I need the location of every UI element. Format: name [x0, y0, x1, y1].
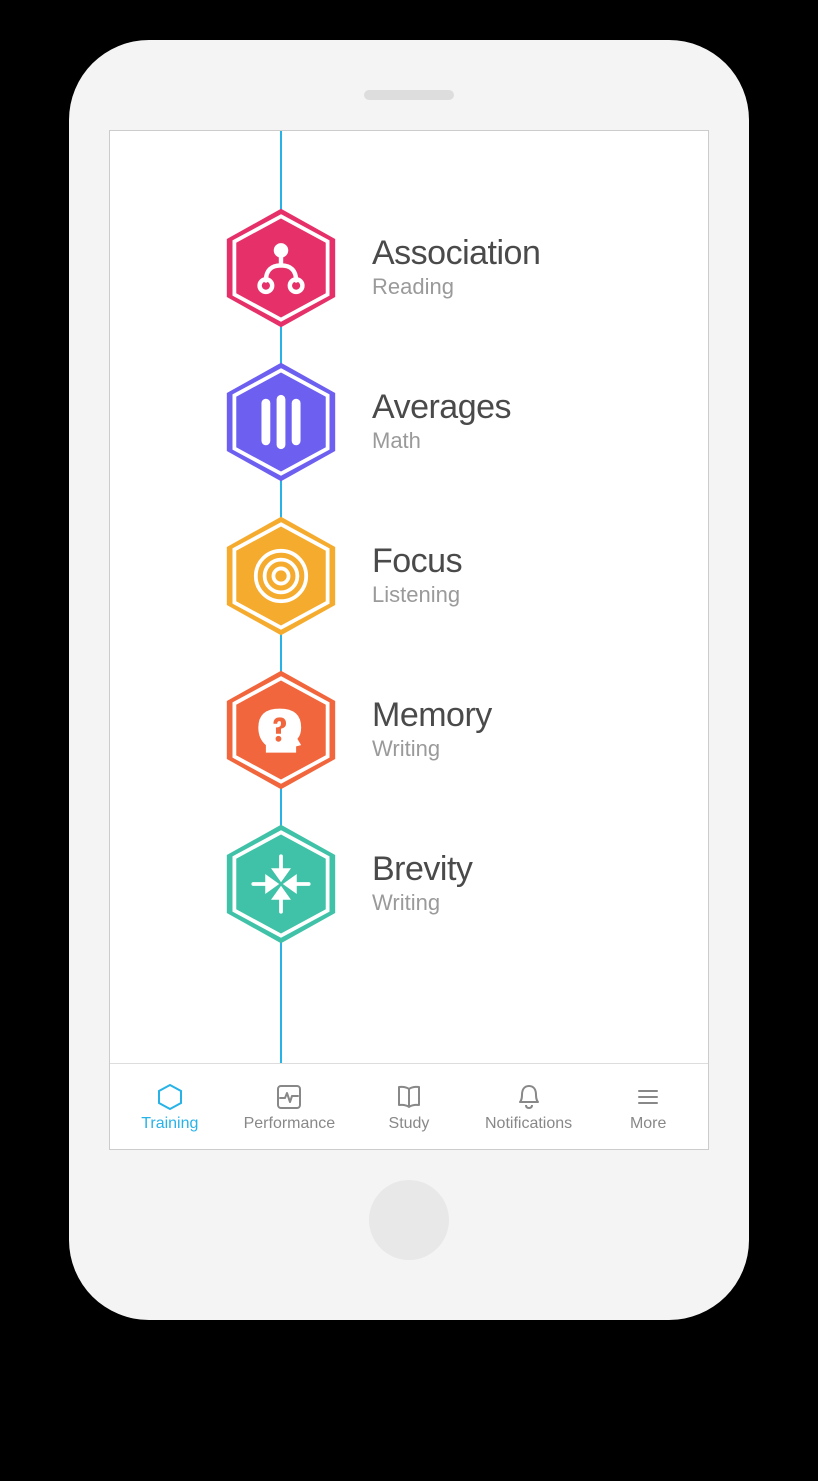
phone-frame: Association Reading	[69, 40, 749, 1320]
phone-speaker	[364, 90, 454, 100]
tab-label: Notifications	[485, 1116, 572, 1132]
training-item-association[interactable]: Association Reading	[110, 191, 708, 345]
item-title: Averages	[372, 390, 708, 426]
item-subtitle: Listening	[372, 582, 708, 608]
menu-icon	[633, 1082, 663, 1112]
item-title: Association	[372, 236, 708, 272]
item-subtitle: Reading	[372, 274, 708, 300]
item-labels: Averages Math	[372, 390, 708, 454]
item-labels: Focus Listening	[372, 544, 708, 608]
training-list: Association Reading	[110, 131, 708, 1063]
training-item-averages[interactable]: Averages Math	[110, 345, 708, 499]
hex-outline-icon	[155, 1082, 185, 1112]
phone-home-button[interactable]	[369, 1180, 449, 1260]
training-item-focus[interactable]: Focus Listening	[110, 499, 708, 653]
association-icon	[218, 205, 344, 331]
item-subtitle: Math	[372, 428, 708, 454]
bell-icon	[514, 1082, 544, 1112]
item-labels: Association Reading	[372, 236, 708, 300]
target-icon	[218, 513, 344, 639]
tab-study[interactable]: Study	[349, 1082, 469, 1132]
tab-performance[interactable]: Performance	[230, 1082, 350, 1132]
tab-training[interactable]: Training	[110, 1082, 230, 1132]
tab-bar: Training Performance S	[110, 1063, 708, 1149]
item-subtitle: Writing	[372, 736, 708, 762]
app-screen: Association Reading	[109, 130, 709, 1150]
head-question-icon	[218, 667, 344, 793]
tab-more[interactable]: More	[588, 1082, 708, 1132]
arrows-in-icon	[218, 821, 344, 947]
item-subtitle: Writing	[372, 890, 708, 916]
heartbeat-icon	[274, 1082, 304, 1112]
training-item-brevity[interactable]: Brevity Writing	[110, 807, 708, 961]
bars-icon	[218, 359, 344, 485]
tab-label: Training	[141, 1116, 198, 1132]
tab-label: Performance	[244, 1116, 336, 1132]
tab-label: More	[630, 1116, 666, 1132]
item-title: Brevity	[372, 852, 708, 888]
item-labels: Memory Writing	[372, 698, 708, 762]
tab-label: Study	[389, 1116, 430, 1132]
book-icon	[394, 1082, 424, 1112]
item-title: Focus	[372, 544, 708, 580]
item-title: Memory	[372, 698, 708, 734]
training-item-memory[interactable]: Memory Writing	[110, 653, 708, 807]
item-labels: Brevity Writing	[372, 852, 708, 916]
tab-notifications[interactable]: Notifications	[469, 1082, 589, 1132]
